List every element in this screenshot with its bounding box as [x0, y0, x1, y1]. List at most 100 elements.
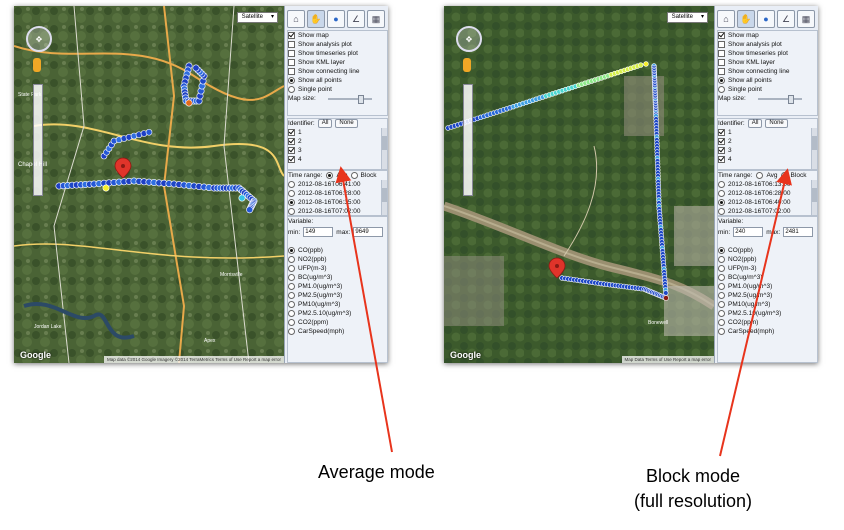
time-item[interactable]: 2012-08-16T06:28:00	[718, 189, 817, 198]
time-item[interactable]: 2012-08-16T06:41:00	[288, 180, 387, 189]
radio[interactable]	[288, 328, 295, 335]
hand-icon[interactable]: ✋	[737, 10, 755, 28]
radio[interactable]	[288, 265, 295, 272]
variable-option[interactable]: BC(ug/m^3)	[718, 273, 817, 282]
min-input[interactable]: 149	[303, 227, 334, 237]
option-show-timeseries-plot[interactable]: Show timeseries plot	[718, 49, 817, 58]
map-attribution[interactable]: Map data ©2014 Google Imagery ©2014 Terr…	[103, 356, 284, 363]
variable-option[interactable]: NO2(ppb)	[288, 255, 387, 264]
pan-control-icon[interactable]: ✥	[456, 26, 482, 52]
zoom-slider[interactable]	[33, 84, 43, 196]
min-input[interactable]: 240	[733, 227, 764, 237]
variable-option[interactable]: NO2(ppb)	[718, 255, 817, 264]
max-input[interactable]: 2481	[783, 227, 814, 237]
all-button[interactable]: All	[317, 119, 333, 128]
chart-icon[interactable]: ∠	[777, 10, 795, 28]
radio[interactable]	[718, 265, 725, 272]
identifier-item[interactable]: 2	[288, 137, 387, 146]
scrollbar[interactable]	[811, 128, 817, 169]
time-item[interactable]: 2012-08-16T06:13:00	[718, 180, 817, 189]
identifier-item[interactable]: 3	[288, 146, 387, 155]
identifier-item[interactable]: 4	[288, 155, 387, 164]
pan-control-icon[interactable]: ✥	[26, 26, 52, 52]
radio-single-point[interactable]: Single point	[718, 85, 817, 94]
map-attribution[interactable]: Map Data Terms of Use Report a map error	[621, 356, 714, 363]
radio[interactable]	[288, 274, 295, 281]
satellite-map[interactable]: Bonewell	[444, 6, 714, 363]
scrollbar[interactable]	[381, 128, 387, 169]
variable-option[interactable]: CarSpeed(mph)	[288, 327, 387, 336]
time-item[interactable]: 2012-08-16T06:28:00	[288, 189, 387, 198]
radio[interactable]	[288, 301, 295, 308]
slider-thumb[interactable]	[787, 94, 794, 104]
block-radio[interactable]	[780, 172, 788, 179]
time-item[interactable]: 2012-08-16T06:35:00	[288, 198, 387, 207]
radio-single-point[interactable]: Single point	[288, 85, 387, 94]
map-size-slider[interactable]	[757, 94, 802, 104]
variable-option[interactable]: BC(ug/m^3)	[288, 273, 387, 282]
variable-option[interactable]: PM2.5.10(ug/m^3)	[288, 309, 387, 318]
checkbox[interactable]	[288, 50, 295, 57]
checkbox[interactable]	[288, 41, 295, 48]
variable-option[interactable]: PM10(ug/m^3)	[718, 300, 817, 309]
map-type-select[interactable]: Satellite	[666, 12, 708, 23]
radio[interactable]	[718, 256, 725, 263]
option-show-connecting-line[interactable]: Show connecting line	[718, 67, 817, 76]
radio[interactable]	[718, 310, 725, 317]
marker-icon[interactable]: ●	[327, 10, 345, 28]
identifier-item[interactable]: 2	[718, 137, 817, 146]
variable-option[interactable]: PM1.0(ug/m^3)	[288, 282, 387, 291]
all-button[interactable]: All	[747, 119, 763, 128]
map-size-slider[interactable]	[327, 94, 372, 104]
radio[interactable]	[718, 274, 725, 281]
home-icon[interactable]: ⌂	[717, 10, 735, 28]
chart-icon[interactable]: ∠	[347, 10, 365, 28]
time-item[interactable]: 2012-08-16T06:40:00	[718, 198, 817, 207]
variable-option[interactable]: PM2.5(ug/m^3)	[718, 291, 817, 300]
radio[interactable]	[718, 301, 725, 308]
none-button[interactable]: None	[765, 119, 788, 128]
variable-option[interactable]: CarSpeed(mph)	[718, 327, 817, 336]
radio[interactable]	[718, 328, 725, 335]
variable-option[interactable]: CO2(ppm)	[718, 318, 817, 327]
home-icon[interactable]: ⌂	[287, 10, 305, 28]
slider-thumb[interactable]	[357, 94, 364, 104]
table-icon[interactable]: ▦	[797, 10, 815, 28]
hand-icon[interactable]: ✋	[307, 10, 325, 28]
radio[interactable]	[718, 247, 725, 254]
zoom-slider[interactable]	[463, 84, 473, 196]
marker-icon[interactable]: ●	[757, 10, 775, 28]
option-show-map[interactable]: Show map	[288, 31, 387, 40]
variable-option[interactable]: UFP(m-3)	[718, 264, 817, 273]
option-show-analysis-plot[interactable]: Show analysis plot	[718, 40, 817, 49]
scrollbar[interactable]	[381, 180, 387, 215]
radio[interactable]	[288, 86, 295, 93]
radio[interactable]	[288, 247, 295, 254]
option-show-analysis-plot[interactable]: Show analysis plot	[288, 40, 387, 49]
identifier-item[interactable]: 4	[718, 155, 817, 164]
table-icon[interactable]: ▦	[367, 10, 385, 28]
radio[interactable]	[718, 283, 725, 290]
avg-radio[interactable]	[326, 172, 334, 179]
radio[interactable]	[718, 292, 725, 299]
block-radio[interactable]	[350, 172, 358, 179]
checkbox[interactable]	[288, 32, 295, 39]
option-show-connecting-line[interactable]: Show connecting line	[288, 67, 387, 76]
radio[interactable]	[288, 310, 295, 317]
radio[interactable]	[288, 77, 295, 84]
checkbox[interactable]	[288, 59, 295, 66]
radio[interactable]	[288, 292, 295, 299]
map-type-select[interactable]: Satellite	[236, 12, 278, 23]
avg-radio[interactable]	[756, 172, 764, 179]
checkbox[interactable]	[288, 68, 295, 75]
map-view[interactable]: Chapel Hill State Park Morrisville Jorda…	[14, 6, 284, 363]
variable-option[interactable]: PM1.0(ug/m^3)	[718, 282, 817, 291]
time-item[interactable]: 2012-08-16T07:02:00	[288, 207, 387, 216]
radio[interactable]	[718, 319, 725, 326]
none-button[interactable]: None	[335, 119, 358, 128]
variable-option[interactable]: CO(ppb)	[288, 246, 387, 255]
time-item[interactable]: 2012-08-16T07:02:00	[718, 207, 817, 216]
option-show-kml-layer[interactable]: Show KML layer	[718, 58, 817, 67]
identifier-item[interactable]: 1	[288, 128, 387, 137]
radio-show-all-points[interactable]: Show all points	[718, 76, 817, 85]
